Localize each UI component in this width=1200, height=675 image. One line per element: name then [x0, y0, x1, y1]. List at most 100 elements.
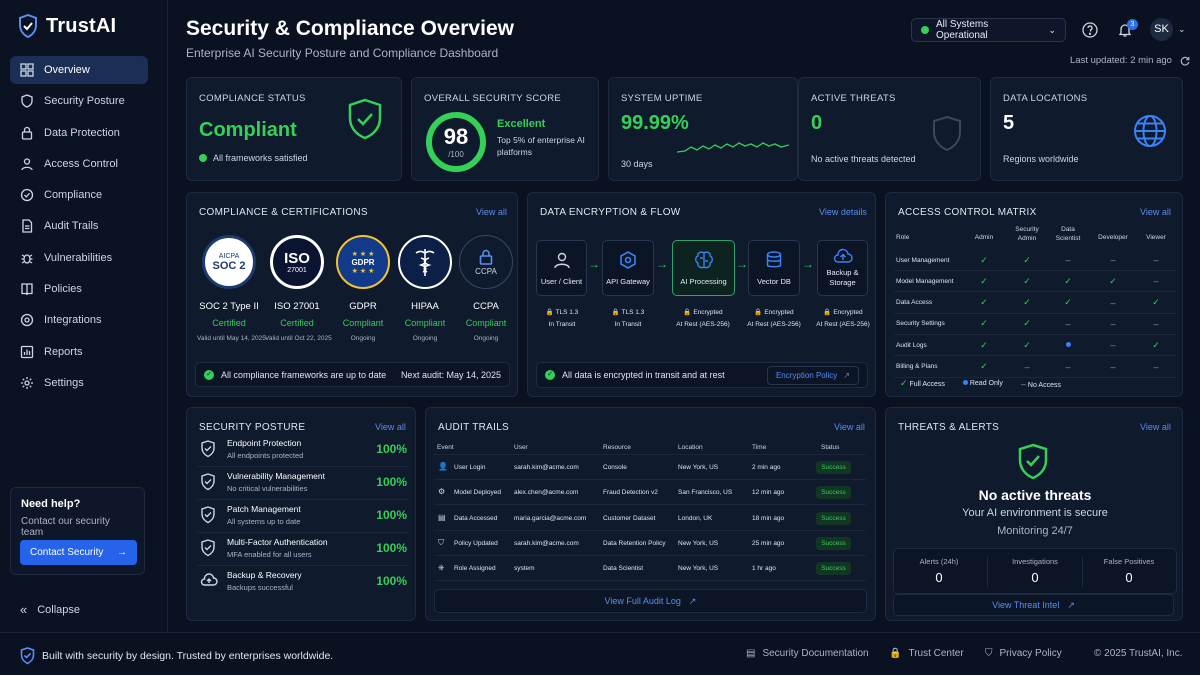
system-uptime-label: SYSTEM UPTIME [621, 93, 703, 104]
dash-icon: – [1065, 361, 1071, 372]
sidebar-item-label: Vulnerabilities [44, 251, 113, 264]
flow-meta-secondary: At Rest (AES-256) [747, 321, 801, 328]
footer-trust-link[interactable]: 🔒 Trust Center [889, 648, 964, 659]
matrix-col-viewer: Viewer [1146, 234, 1166, 241]
security-score-note: Top 5% of enterprise AI platforms [497, 135, 585, 157]
posture-row-backup[interactable]: Backup & Recovery Backups successful 100… [197, 566, 409, 599]
cert-hipaa[interactable]: HIPAA Compliant Ongoing [393, 235, 457, 342]
matrix-cell-full: ✓ [969, 361, 999, 372]
threats-view-all-link[interactable]: View all [1140, 422, 1171, 432]
sidebar-item-settings[interactable]: Settings [10, 369, 148, 397]
compliance-status-card: COMPLIANCE STATUS Compliant All framewor… [186, 77, 402, 181]
cert-gdpr[interactable]: ★ ★ ★ GDPR ★ ★ ★ GDPR Compliant Ongoing [331, 235, 395, 342]
shield-check-icon [201, 539, 215, 557]
flow-node-vector-db[interactable]: Vector DB [748, 240, 800, 296]
certs-footer-note: All compliance frameworks are up to date [221, 369, 387, 380]
sidebar-item-audit-trails[interactable]: Audit Trails [10, 212, 148, 240]
flow-node-ai-processing[interactable]: AI Processing [672, 240, 735, 296]
cert-soc2[interactable]: AICPA SOC 2 SOC 2 Type II Certified Vali… [197, 235, 266, 342]
flow-node-user-client[interactable]: User / Client [536, 240, 587, 296]
avatar[interactable]: SK [1150, 18, 1173, 41]
certs-view-all-link[interactable]: View all [476, 207, 507, 217]
shield-check-icon [201, 506, 215, 524]
audit-row[interactable]: 👤 User Login sarah.kim@acme.com Console New … [434, 455, 866, 480]
sidebar-item-data-protection[interactable]: Data Protection [10, 119, 148, 147]
sidebar-item-vulnerabilities[interactable]: Vulnerabilities [10, 244, 148, 272]
encryption-view-details-link[interactable]: View details [819, 207, 867, 217]
person-icon [21, 158, 33, 171]
audit-row[interactable]: ⛉ Policy Updated sarah.kim@acme.com Data Re… [434, 531, 866, 556]
view-full-audit-log-button[interactable]: View Full Audit Log ↗ [434, 589, 867, 613]
person-icon: 👤 [438, 462, 448, 471]
sidebar-item-security-posture[interactable]: Security Posture [10, 87, 148, 115]
brand[interactable]: TrustAI [18, 14, 116, 38]
flow-node-label: AI Processing [680, 276, 727, 286]
brand-name: TrustAI [46, 14, 117, 37]
active-threats-card: ACTIVE THREATS 0 No active threats detec… [798, 77, 981, 181]
audit-row[interactable]: ⚙ Model Deployed alex.chen@acme.com Fraud D… [434, 480, 866, 506]
audit-resource: Data Retention Policy [603, 539, 666, 547]
audit-row[interactable]: ▤ Data Accessed maria.garcia@acme.com Custo… [434, 506, 866, 531]
flow-meta-primary: Encrypted [764, 309, 794, 316]
encryption-policy-button[interactable]: Encryption Policy ↗ [766, 365, 859, 385]
matrix-col-security-admin: Security Admin [1015, 226, 1039, 242]
posture-row-vulnerability[interactable]: Vulnerability Management No critical vul… [197, 467, 409, 500]
flow-meta-primary: Encrypted [693, 309, 723, 316]
sidebar-item-access-control[interactable]: Access Control [10, 150, 148, 178]
matrix-cell-full: ✓ [1098, 276, 1128, 287]
flow-meta-vector: 🔒 Encrypted At Rest (AES-256) [742, 307, 806, 331]
gear-icon: ⚙ [438, 487, 446, 497]
page-title: Security & Compliance Overview [186, 17, 514, 40]
lock-icon [479, 249, 493, 265]
sidebar-item-reports[interactable]: Reports [10, 338, 148, 366]
check-icon: ✓ [980, 318, 988, 329]
check-icon: ✓ [980, 297, 988, 308]
sidebar-item-overview[interactable]: Overview [10, 56, 148, 84]
refresh-icon[interactable] [1180, 56, 1190, 66]
footer-privacy-link[interactable]: ⛉ Privacy Policy [985, 648, 1062, 659]
flow-meta-secondary: In Transit [548, 321, 576, 328]
collapse-button[interactable]: « Collapse [20, 602, 80, 617]
footer-docs-link[interactable]: ▤ Security Documentation [746, 648, 869, 659]
audit-event: Data Accessed [454, 514, 498, 522]
cert-iso27001[interactable]: ISO 27001 ISO 27001 Certified Valid unti… [265, 235, 332, 342]
sidebar-item-label: Settings [44, 376, 84, 389]
status-badge: Success [816, 562, 851, 576]
matrix-col-developer: Developer [1098, 234, 1128, 241]
posture-row-mfa[interactable]: Multi-Factor Authentication MFA enabled … [197, 533, 409, 566]
flow-node-backup-storage[interactable]: Backup & Storage [817, 240, 868, 296]
compliance-note-text: All frameworks satisfied [213, 153, 308, 163]
lock-icon: 🔒 [611, 309, 620, 316]
footer-tagline-text: Built with security by design. Trusted b… [42, 650, 334, 662]
matrix-cell-full: ✓ [1012, 276, 1042, 287]
footer: Built with security by design. Trusted b… [0, 632, 1200, 675]
access-view-all-link[interactable]: View all [1140, 207, 1171, 217]
view-threat-intel-button[interactable]: View Threat Intel ↗ [893, 594, 1174, 616]
sidebar-item-policies[interactable]: Policies [10, 275, 148, 303]
posture-view-all-link[interactable]: View all [375, 422, 406, 432]
avatar-chevron-icon[interactable]: ⌄ [1178, 24, 1186, 35]
posture-row-endpoint[interactable]: Endpoint Protection All endpoints protec… [197, 434, 409, 467]
cert-ccpa[interactable]: CCPA CCPA Compliant Ongoing [454, 235, 518, 342]
matrix-cell-full: ✓ [1141, 297, 1171, 308]
sidebar-item-integrations[interactable]: Integrations [10, 306, 148, 334]
audit-location: New York, US [678, 539, 719, 547]
posture-row-patch[interactable]: Patch Management All systems up to date … [197, 500, 409, 533]
double-chevron-left-icon: « [20, 602, 28, 617]
audit-row[interactable]: ⎈ Role Assigned system Data Scientist New Yo… [434, 556, 866, 582]
audit-view-all-link[interactable]: View all [834, 422, 865, 432]
matrix-cell-full: ✓ [969, 318, 999, 329]
posture-desc: All systems up to date [227, 517, 301, 526]
matrix-cell-none: – [1098, 255, 1128, 265]
dash-icon: – [1024, 361, 1030, 372]
contact-security-button[interactable]: Contact Security → [20, 540, 137, 565]
flow-node-api-gateway[interactable]: API Gateway [602, 240, 654, 296]
audit-user: maria.garcia@acme.com [514, 514, 587, 522]
matrix-cell-full: ✓ [969, 340, 999, 351]
gdpr-stars-icon: ★ ★ ★ [351, 267, 375, 275]
sidebar-item-compliance[interactable]: Compliance [10, 181, 148, 209]
matrix-cell-none: – [1098, 340, 1128, 350]
system-status-dropdown[interactable]: All Systems Operational ⌄ [911, 18, 1066, 42]
help-icon[interactable] [1082, 22, 1098, 38]
legend-full: ✓ Full Access [900, 378, 945, 389]
